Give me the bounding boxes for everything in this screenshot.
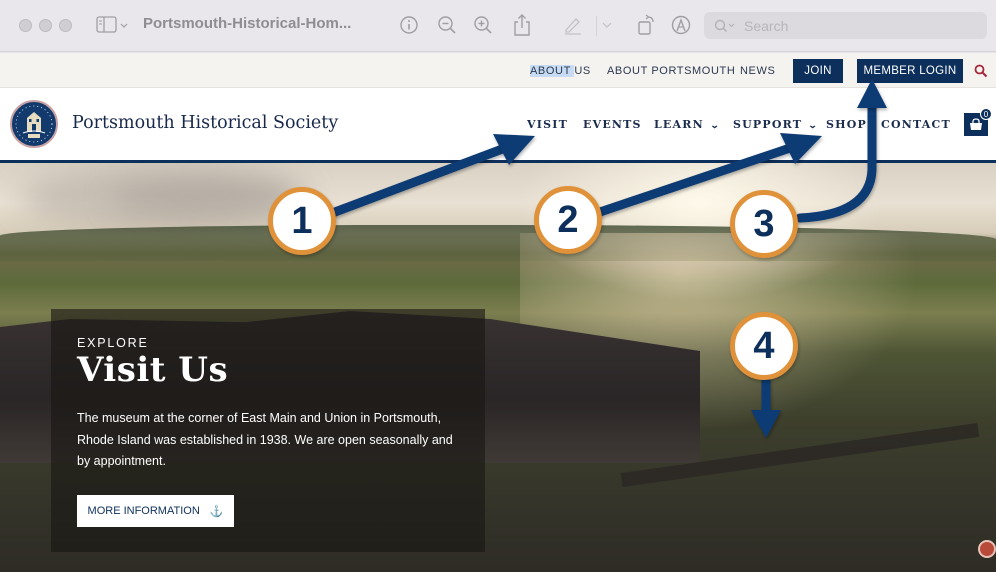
zoom-in-button[interactable] bbox=[472, 14, 494, 36]
nav-item-learn[interactable]: LEARN ⌄ bbox=[654, 118, 720, 131]
annotation-marker-2: 2 bbox=[534, 186, 602, 254]
nav-item-visit[interactable]: VISIT bbox=[527, 118, 568, 131]
info-icon bbox=[400, 16, 418, 34]
more-information-label: MORE INFORMATION bbox=[87, 505, 200, 517]
site-name[interactable]: Portsmouth Historical Society bbox=[72, 113, 338, 133]
member-login-button[interactable]: MEMBER LOGIN bbox=[857, 59, 963, 83]
annotation-marker-3: 3 bbox=[730, 190, 798, 258]
utility-nav: ABOUT US ABOUT PORTSMOUTH NEWS JOIN MEMB… bbox=[0, 53, 996, 88]
annotate-button[interactable] bbox=[670, 14, 692, 36]
nav-label: SUPPORT bbox=[733, 118, 803, 131]
nav-label: SHOP bbox=[826, 118, 867, 131]
utility-link-news[interactable]: NEWS bbox=[740, 65, 775, 77]
join-button[interactable]: JOIN bbox=[793, 59, 843, 83]
zoom-in-icon bbox=[474, 16, 492, 34]
share-button[interactable] bbox=[512, 14, 532, 36]
minimize-window-button[interactable] bbox=[39, 19, 52, 32]
zoom-out-button[interactable] bbox=[436, 14, 458, 36]
about-us-rest-text: US bbox=[574, 65, 591, 77]
toolbar-divider bbox=[596, 16, 597, 36]
site-logo[interactable] bbox=[10, 100, 58, 148]
sidebar-toggle-button[interactable] bbox=[96, 14, 132, 36]
share-icon bbox=[514, 14, 530, 36]
zoom-out-icon bbox=[438, 16, 456, 34]
about-us-highlighted-text: ABOUT bbox=[530, 65, 575, 77]
close-window-button[interactable] bbox=[19, 19, 32, 32]
chevron-down-icon bbox=[602, 22, 612, 28]
nav-item-contact[interactable]: CONTACT bbox=[881, 118, 951, 131]
search-icon bbox=[714, 19, 735, 32]
nav-label: CONTACT bbox=[881, 118, 951, 131]
rotate-button[interactable] bbox=[636, 14, 658, 36]
document-title: Portsmouth-Historical-Hom... bbox=[143, 15, 352, 32]
anchor-icon: ⚓ bbox=[209, 505, 224, 518]
hero-title: Visit Us bbox=[77, 350, 229, 390]
nav-label: EVENTS bbox=[583, 118, 642, 131]
window-toolbar: Portsmouth-Historical-Hom... bbox=[0, 0, 996, 52]
main-nav: Portsmouth Historical Society VISIT EVEN… bbox=[0, 88, 996, 163]
more-information-button[interactable]: MORE INFORMATION ⚓ bbox=[77, 495, 234, 527]
markup-button[interactable] bbox=[563, 14, 583, 36]
annotation-marker-4: 4 bbox=[730, 312, 798, 380]
search-field[interactable] bbox=[704, 12, 987, 39]
utility-link-about-portsmouth[interactable]: ABOUT PORTSMOUTH bbox=[607, 65, 735, 77]
cart-count-badge: 0 bbox=[980, 108, 992, 120]
shopping-bag-icon bbox=[970, 118, 982, 130]
markup-pencil-icon bbox=[565, 18, 581, 35]
annotate-icon bbox=[671, 15, 691, 35]
nav-label: LEARN bbox=[654, 118, 704, 131]
nav-item-shop[interactable]: SHOP bbox=[826, 118, 867, 131]
nav-label: VISIT bbox=[527, 118, 568, 131]
chevron-down-icon: ⌄ bbox=[807, 121, 820, 131]
search-input[interactable] bbox=[744, 17, 964, 34]
annotation-marker-1: 1 bbox=[268, 187, 336, 255]
nav-item-events[interactable]: EVENTS bbox=[583, 118, 642, 131]
corner-seal-icon[interactable] bbox=[978, 540, 996, 558]
hero-description: The museum at the corner of East Main an… bbox=[77, 411, 453, 468]
rotate-icon bbox=[638, 14, 654, 35]
markup-dropdown[interactable] bbox=[600, 14, 614, 36]
historic-house-logo-icon bbox=[15, 105, 53, 143]
hero-eyebrow: EXPLORE bbox=[77, 336, 149, 350]
chevron-down-icon: ⌄ bbox=[709, 121, 721, 131]
info-button[interactable] bbox=[398, 14, 420, 36]
sidebar-toggle-icon bbox=[96, 16, 128, 33]
utility-link-about-us[interactable]: ABOUT US bbox=[530, 65, 591, 77]
zoom-window-button[interactable] bbox=[59, 19, 72, 32]
nav-item-support[interactable]: SUPPORT ⌄ bbox=[733, 118, 818, 131]
site-search-icon[interactable] bbox=[974, 64, 988, 78]
